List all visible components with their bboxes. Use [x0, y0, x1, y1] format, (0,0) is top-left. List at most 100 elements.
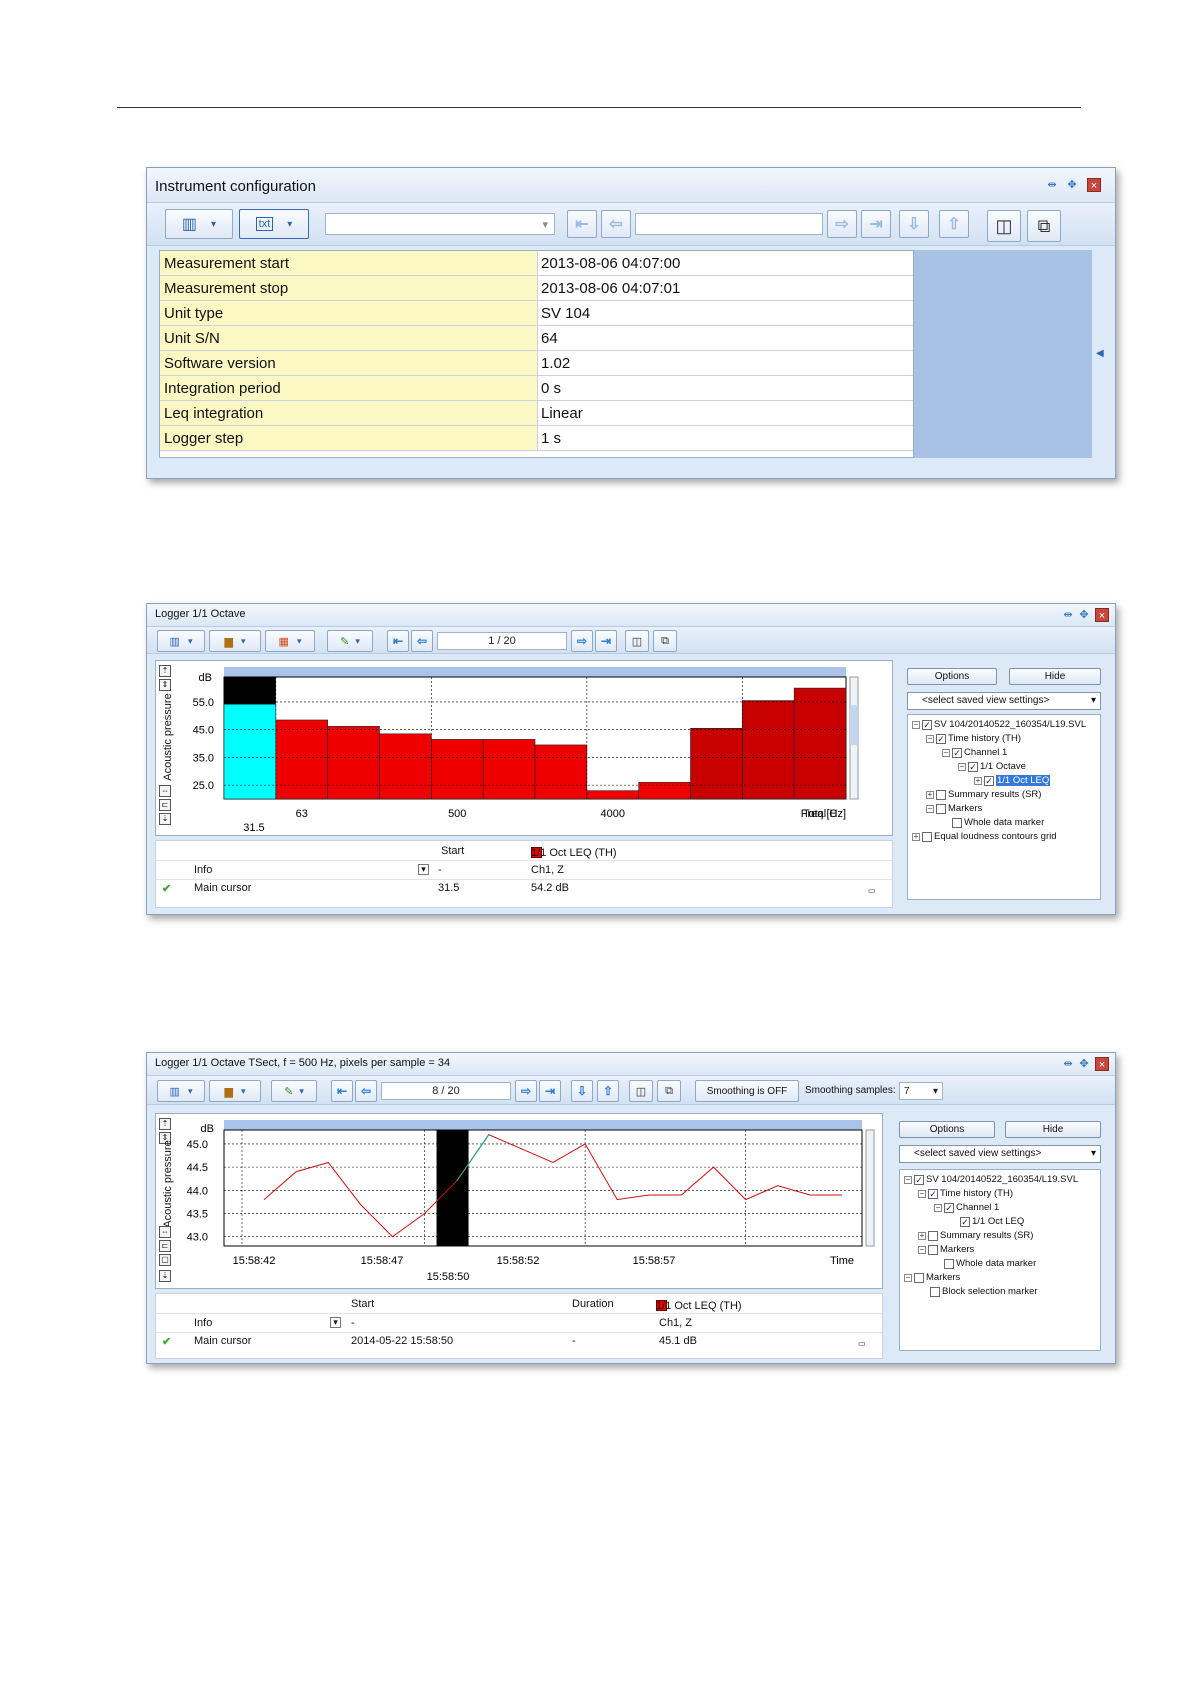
info-start: - — [351, 1317, 355, 1329]
next-button[interactable]: ⇨ — [827, 210, 857, 238]
first-button[interactable]: ⇤ — [387, 630, 409, 652]
close-icon[interactable]: × — [1095, 608, 1109, 622]
chart-panel: ⇡ ⇕ Acoustic pressure ⇔ ⊏ ▢ ⇣ 43.0 43.5 44… — [155, 1113, 883, 1289]
page-field[interactable]: 1 / 20 — [437, 632, 567, 650]
last-button[interactable]: ⇥ — [539, 1080, 561, 1102]
bar — [534, 744, 588, 800]
up-button[interactable]: ⇧ — [597, 1080, 619, 1102]
view-mode-button[interactable]: ▥ ▾ — [157, 630, 205, 652]
maximize-icon[interactable]: ✥ — [1065, 178, 1079, 192]
prev-button[interactable]: ⇦ — [411, 630, 433, 652]
smoothing-samples-value: 7 — [904, 1085, 910, 1097]
bar-view-button[interactable]: ▆ ▾ — [209, 630, 261, 652]
config-key: Measurement start — [160, 251, 538, 275]
combo-box[interactable]: ▾ — [325, 213, 555, 235]
palette-button[interactable]: ▦ ▾ — [265, 630, 315, 652]
tree-item-octave[interactable]: − ✓ 1/1 Octave — [958, 761, 1026, 772]
close-icon[interactable]: × — [1095, 1057, 1109, 1071]
copy-view-button[interactable]: ⧉ — [657, 1080, 681, 1102]
bar-view-button[interactable]: ▆ ▾ — [209, 1080, 261, 1102]
maximize-icon[interactable]: ✥ — [1077, 608, 1091, 622]
maximize-icon[interactable]: ✥ — [1077, 1057, 1091, 1071]
page-field[interactable]: 8 / 20 — [381, 1082, 511, 1100]
filter-icon[interactable]: ▾ — [418, 864, 429, 875]
tree-item-oct-leq[interactable]: ✓ 1/1 Oct LEQ — [960, 1216, 1024, 1227]
saved-view-label: <select saved view settings> — [914, 1148, 1042, 1159]
tree-item-summary[interactable]: + Summary results (SR) — [926, 789, 1041, 800]
up-button[interactable]: ⇧ — [939, 210, 969, 238]
tools-button[interactable]: ✎ ▾ — [327, 630, 373, 652]
options-button[interactable]: Options — [907, 668, 997, 685]
last-button[interactable]: ⇥ — [861, 210, 891, 238]
x-tick-label: 15:58:47 — [361, 1255, 404, 1267]
config-value: Linear — [541, 405, 583, 422]
y-tick-label: 25.0 — [193, 780, 214, 792]
saved-view-select[interactable]: <select saved view settings> ▾ — [907, 692, 1101, 710]
hide-button[interactable]: Hide — [1009, 668, 1101, 685]
more-icon[interactable]: ▭ — [858, 1339, 866, 1348]
tree-item-markers-2[interactable]: − Markers — [904, 1272, 960, 1283]
tree-item-time-history[interactable]: − ✓ Time history (TH) — [926, 733, 1021, 744]
y-tick-label: 44.0 — [187, 1185, 208, 1197]
split-view-button[interactable]: ◫ — [987, 210, 1021, 242]
down-button[interactable]: ⇩ — [899, 210, 929, 238]
tools-button[interactable]: ✎ ▾ — [271, 1080, 317, 1102]
next-button[interactable]: ⇨ — [515, 1080, 537, 1102]
settings-panel: Options Hide <select saved view settings… — [889, 1113, 1111, 1359]
view-mode-button[interactable]: ▥ ▾ — [157, 1080, 205, 1102]
tree-item-block-selection-marker[interactable]: Block selection marker — [930, 1286, 1038, 1297]
copy-view-button[interactable]: ⧉ — [653, 630, 677, 652]
time-history-chart[interactable]: 43.0 43.5 44.0 44.5 45.0 dB 15:58:42 15:58:47 15… — [156, 1114, 884, 1290]
hide-button[interactable]: Hide — [1005, 1121, 1101, 1138]
tree-item-channel[interactable]: − ✓ Channel 1 — [942, 747, 1007, 758]
prev-button[interactable]: ⇦ — [355, 1080, 377, 1102]
split-view-button[interactable]: ◫ — [625, 630, 649, 652]
tree-item-channel[interactable]: − ✓ Channel 1 — [934, 1202, 999, 1213]
tree-item-time-history[interactable]: − ✓ Time history (TH) — [918, 1188, 1013, 1199]
config-value: 2013-08-06 04:07:01 — [541, 280, 681, 297]
close-icon[interactable]: × — [1087, 178, 1101, 192]
split-view-button[interactable]: ◫ — [629, 1080, 653, 1102]
options-button[interactable]: Options — [899, 1121, 995, 1138]
tree-item-file[interactable]: − ✓ SV 104/20140522_160354/L19.SVL — [912, 719, 1086, 730]
more-icon[interactable]: ▭ — [868, 886, 876, 895]
duration-header: Duration — [572, 1298, 614, 1310]
dock-icon[interactable]: ⇹ — [1061, 1057, 1075, 1071]
cursor-row[interactable]: ✔ Main cursor 2014-05-22 15:58:50 - 45.1… — [156, 1333, 882, 1351]
tree-item-markers[interactable]: − Markers — [918, 1244, 974, 1255]
next-button[interactable]: ⇨ — [571, 630, 593, 652]
prev-button[interactable]: ⇦ — [601, 210, 631, 238]
down-button[interactable]: ⇩ — [571, 1080, 593, 1102]
view-mode-button[interactable]: ▥ ▾ — [165, 209, 233, 239]
y-tick-label: 35.0 — [193, 752, 214, 764]
tree-item-whole-data-marker[interactable]: Whole data marker — [944, 1258, 1036, 1269]
tree-item-whole-data-marker[interactable]: Whole data marker — [952, 817, 1044, 828]
tree-item-equal-loudness[interactable]: + Equal loudness contours grid — [912, 831, 1057, 842]
tree-item-summary[interactable]: + Summary results (SR) — [918, 1230, 1033, 1241]
x-axis-label: Time — [830, 1255, 854, 1267]
first-button[interactable]: ⇤ — [331, 1080, 353, 1102]
dock-icon[interactable]: ⇹ — [1045, 178, 1059, 192]
cursor-row[interactable]: ✔ Main cursor 31.5 54.2 dB ▭ — [156, 880, 892, 898]
tree-item-oct-leq[interactable]: + ✓ 1/1 Oct LEQ — [974, 775, 1051, 786]
header-rule — [117, 107, 1081, 108]
smoothing-samples-select[interactable]: 7 ▾ — [899, 1082, 943, 1100]
x-tick-label: 31.5 — [243, 822, 264, 834]
txt-view-button[interactable]: txt ▾ — [239, 209, 309, 239]
tree-item-markers[interactable]: − Markers — [926, 803, 982, 814]
first-button[interactable]: ⇤ — [567, 210, 597, 238]
smoothing-button[interactable]: Smoothing is OFF — [695, 1080, 799, 1102]
filter-icon[interactable]: ▾ — [330, 1317, 341, 1328]
dock-icon[interactable]: ⇹ — [1061, 608, 1075, 622]
last-button[interactable]: ⇥ — [595, 630, 617, 652]
saved-view-select[interactable]: <select saved view settings> ▾ — [899, 1145, 1101, 1163]
octave-bar-chart[interactable]: dB25.035.045.055.031.563 500 4000 Total CFr… — [156, 661, 894, 837]
copy-view-button[interactable]: ⧉ — [1027, 210, 1061, 242]
position-field[interactable] — [635, 213, 823, 235]
tree-item-file[interactable]: − ✓ SV 104/20140522_160354/L19.SVL — [904, 1174, 1078, 1185]
collapse-panel-icon[interactable]: ◀ — [1096, 348, 1106, 360]
cursor-label: Main cursor — [194, 1335, 252, 1347]
cursor-label: Main cursor — [194, 882, 252, 894]
config-key: Logger step — [160, 426, 538, 450]
data-tree: − ✓ SV 104/20140522_160354/L19.SVL − ✓ Time … — [907, 714, 1101, 900]
